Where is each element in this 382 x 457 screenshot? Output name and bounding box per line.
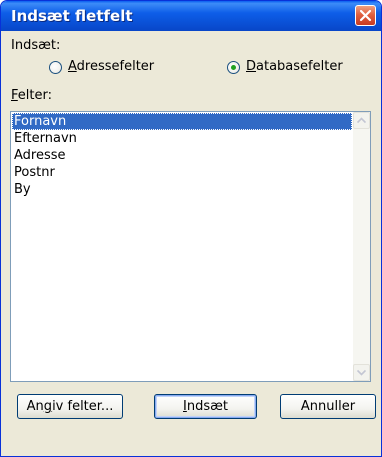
fields-listbox[interactable]: Fornavn Efternavn Adresse Postnr By [10,111,371,382]
radio-database-fields[interactable] [227,61,240,74]
fields-list: Fornavn Efternavn Adresse Postnr By [12,113,352,198]
close-icon [359,9,372,22]
radio-selected-dot [231,65,236,70]
list-item[interactable]: Postnr [12,164,352,181]
list-item[interactable]: Adresse [12,147,352,164]
fields-label: Felter: [11,88,52,103]
dialog-body: Indsæt: Adressefelter Databasefelter Fel… [5,31,377,452]
radio-database-fields-label[interactable]: Databasefelter [246,59,343,74]
specify-fields-button[interactable]: Angiv felter... [17,394,123,419]
arrow-up-icon [357,117,366,124]
scroll-up-button[interactable] [353,112,370,129]
dialog-title: Indsæt fletfelt [11,7,133,25]
list-item[interactable]: Efternavn [12,130,352,147]
vertical-scrollbar[interactable] [353,112,370,381]
insert-button[interactable]: Indsæt [154,394,257,419]
cancel-button[interactable]: Annuller [280,394,376,419]
radio-address-fields-label[interactable]: Adressefelter [68,59,154,74]
radio-address-fields[interactable] [49,61,62,74]
close-button[interactable] [355,5,376,26]
insert-merge-field-dialog: Indsæt fletfelt Indsæt: Adressefelter Da… [0,0,382,457]
list-item[interactable]: Fornavn [12,113,352,130]
list-item[interactable]: By [12,181,352,198]
title-bar[interactable]: Indsæt fletfelt [1,1,381,31]
insert-group-label: Indsæt: [11,38,61,53]
arrow-down-icon [357,369,366,376]
scroll-down-button[interactable] [353,364,370,381]
